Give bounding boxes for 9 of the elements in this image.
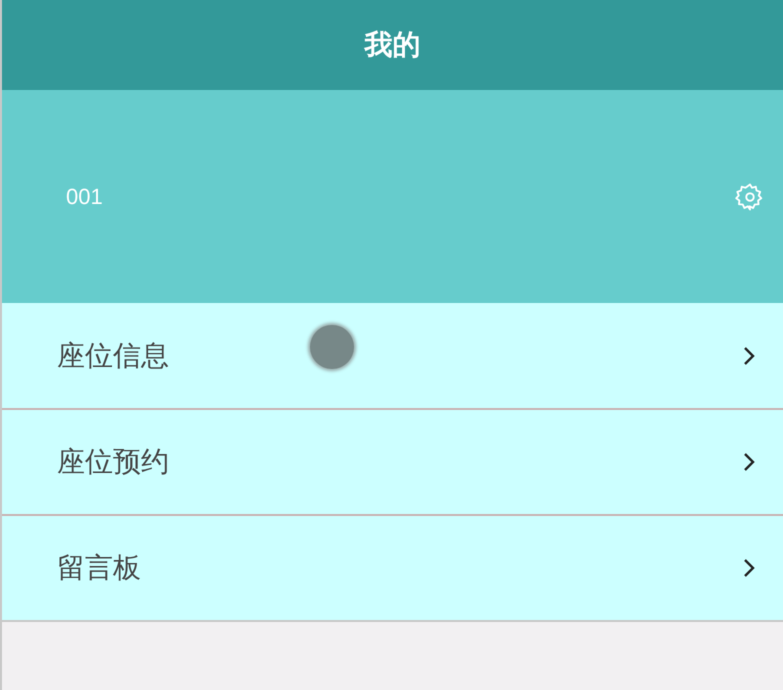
chevron-right-icon <box>743 346 755 366</box>
menu-item[interactable]: 座位预约 <box>2 408 783 514</box>
user-id: 001 <box>66 184 103 210</box>
page-title: 我的 <box>364 27 420 63</box>
menu-item[interactable]: 座位信息 <box>2 303 783 408</box>
chevron-right-icon <box>743 452 755 472</box>
chevron-right-icon <box>743 558 755 578</box>
menu-item[interactable]: 留言板 <box>2 514 783 620</box>
settings-icon[interactable] <box>735 182 765 212</box>
